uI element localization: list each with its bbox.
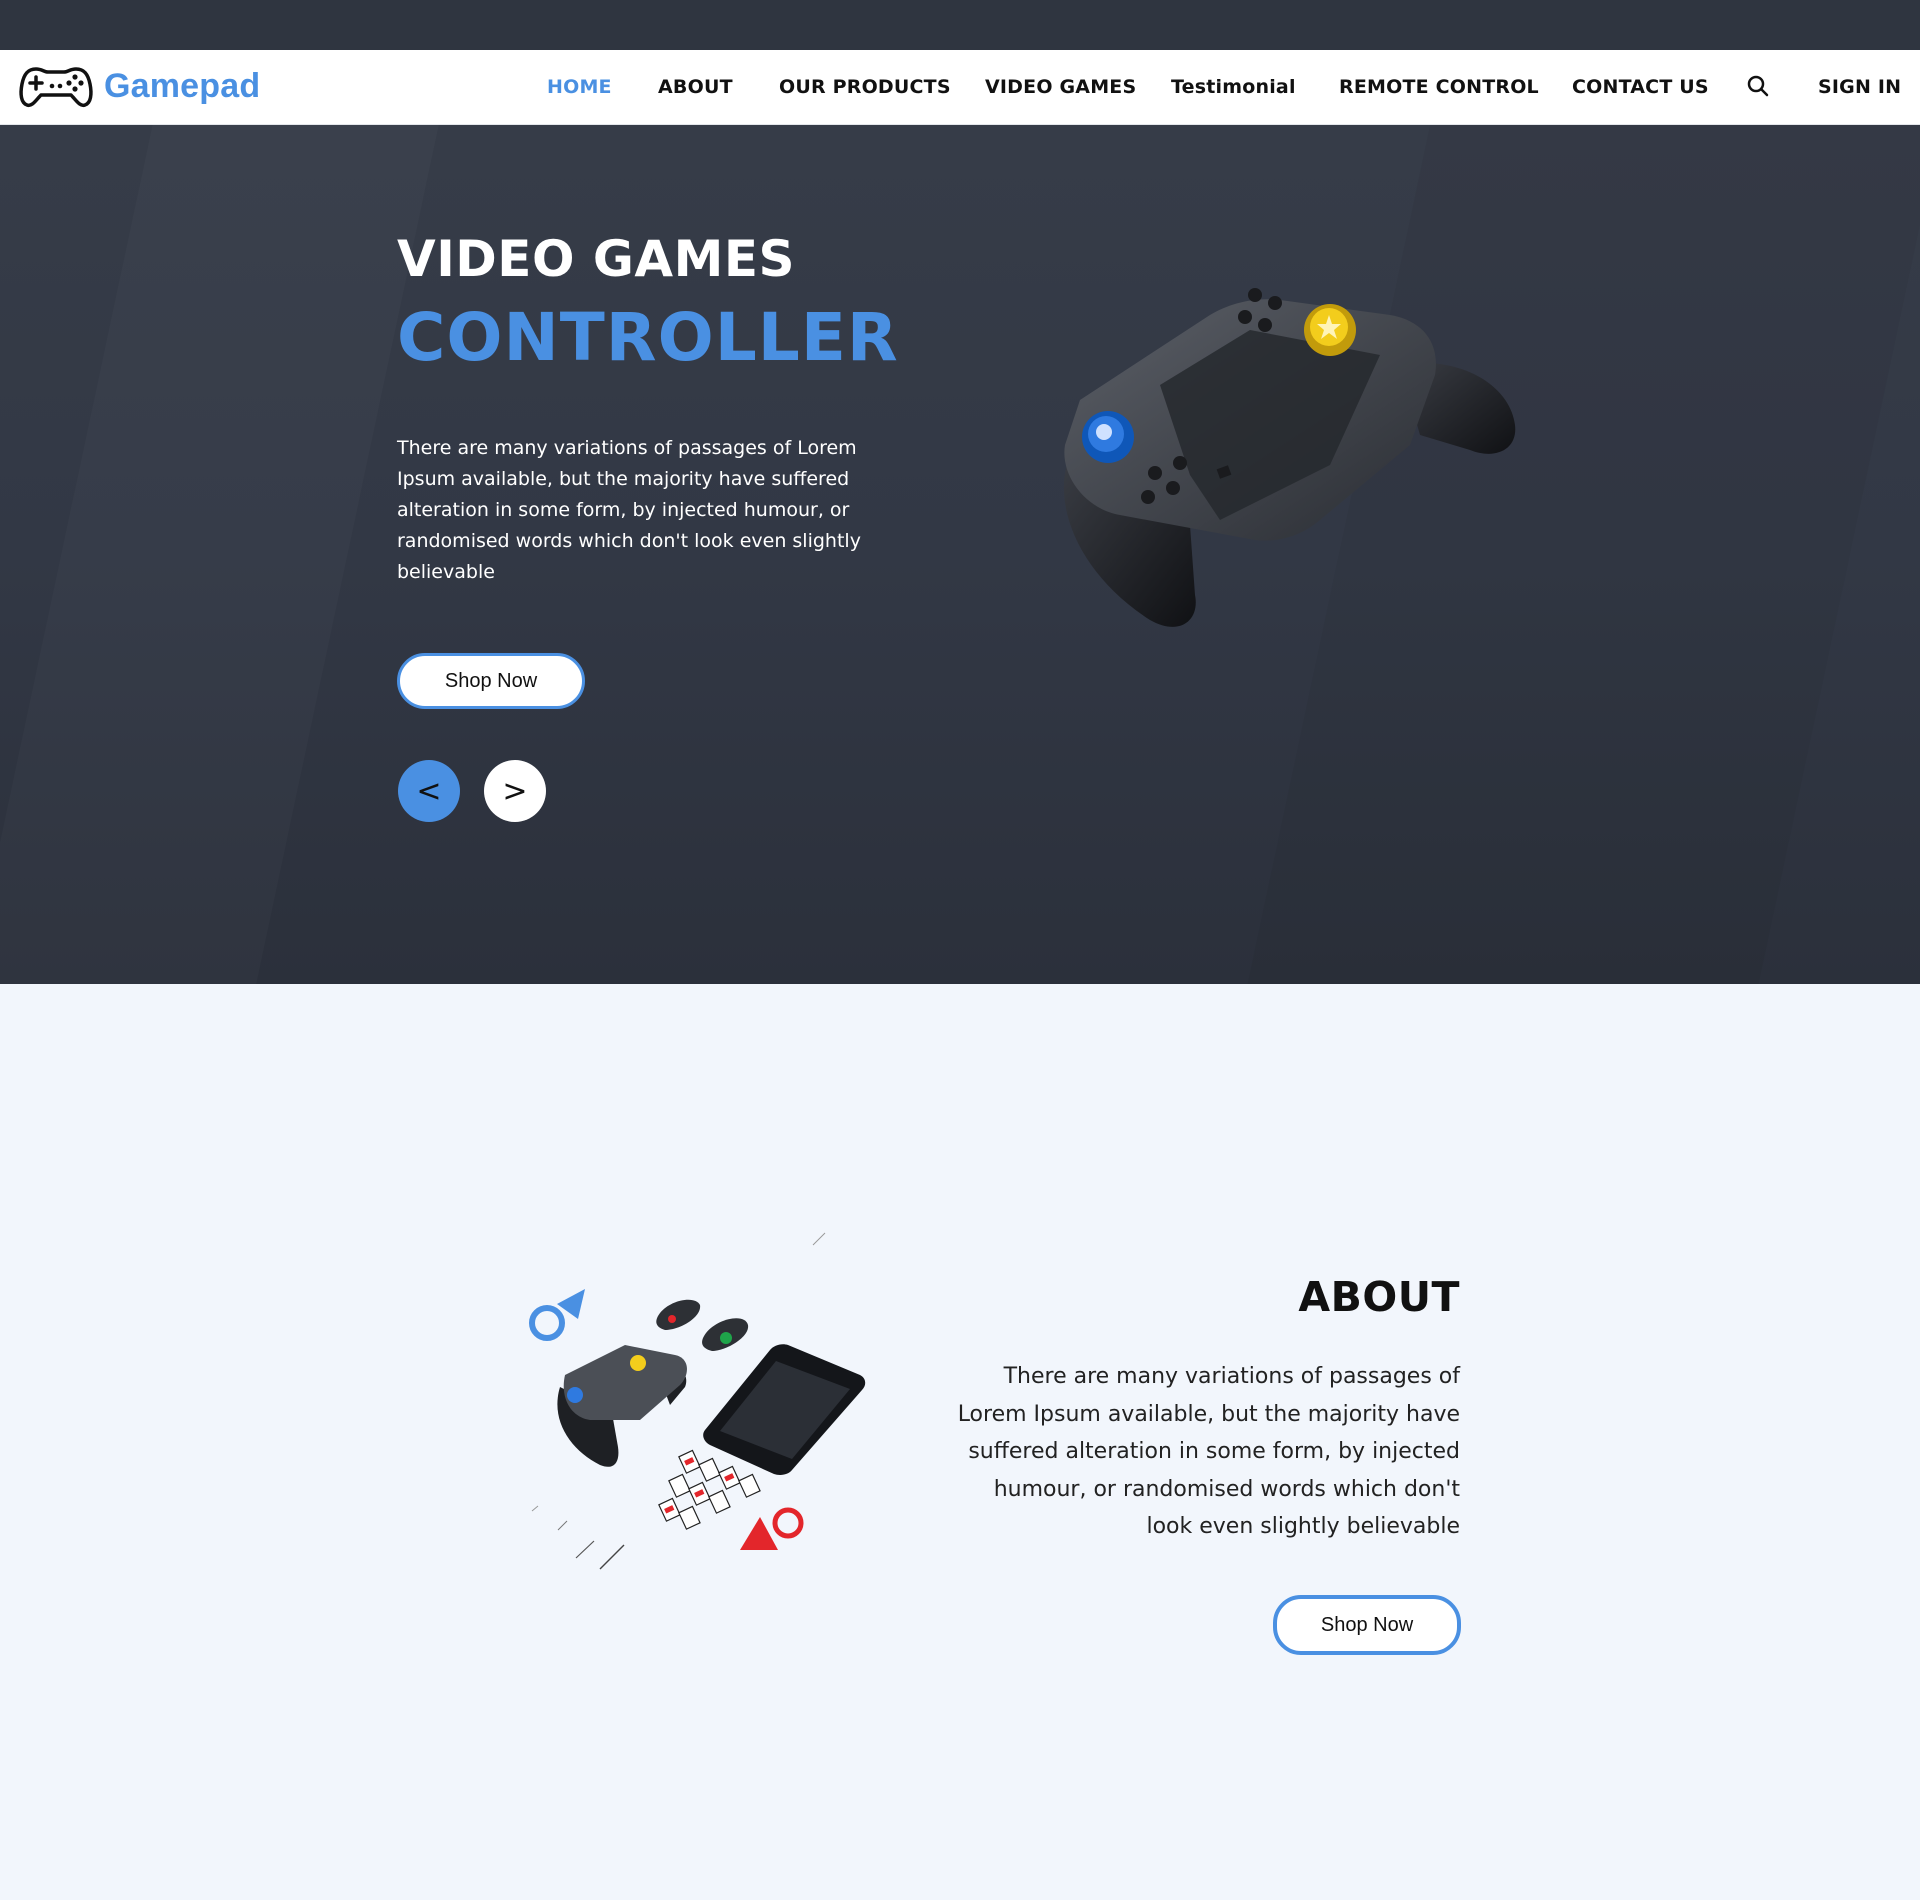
site-header: Gamepad HOME ABOUT OUR PRODUCTS VIDEO GA… <box>0 50 1920 125</box>
search-icon[interactable] <box>1746 74 1770 98</box>
hero-shop-now-button[interactable]: Shop Now <box>397 653 585 709</box>
controller-image <box>1063 288 1516 627</box>
hero-description: There are many variations of passages of… <box>397 437 861 583</box>
slider-prev-button[interactable]: < <box>398 760 460 822</box>
main-nav: HOME ABOUT OUR PRODUCTS VIDEO GAMES Test… <box>0 50 1920 125</box>
hero-section: VIDEO GAMES CONTROLLER There are many va… <box>0 125 1920 984</box>
console-set-image <box>529 1232 866 1570</box>
about-title: ABOUT <box>1298 1273 1460 1321</box>
nav-video-games[interactable]: VIDEO GAMES <box>985 76 1136 98</box>
about-shop-now-button[interactable]: Shop Now <box>1273 1595 1461 1655</box>
nav-contact-us[interactable]: CONTACT US <box>1572 76 1709 98</box>
slider-next-button[interactable]: > <box>484 760 546 822</box>
nav-about[interactable]: ABOUT <box>658 76 733 98</box>
top-strip <box>0 0 1920 50</box>
sign-in-link[interactable]: SIGN IN <box>1818 76 1901 98</box>
nav-testimonial[interactable]: Testimonial <box>1171 76 1296 98</box>
hero-subtitle: CONTROLLER <box>397 299 899 376</box>
hero-title: VIDEO GAMES <box>397 230 796 288</box>
nav-our-products[interactable]: OUR PRODUCTS <box>779 76 951 98</box>
about-description: There are many variations of passages of… <box>957 1364 1460 1539</box>
nav-remote-control[interactable]: REMOTE CONTROL <box>1339 76 1539 98</box>
nav-home[interactable]: HOME <box>547 76 612 98</box>
